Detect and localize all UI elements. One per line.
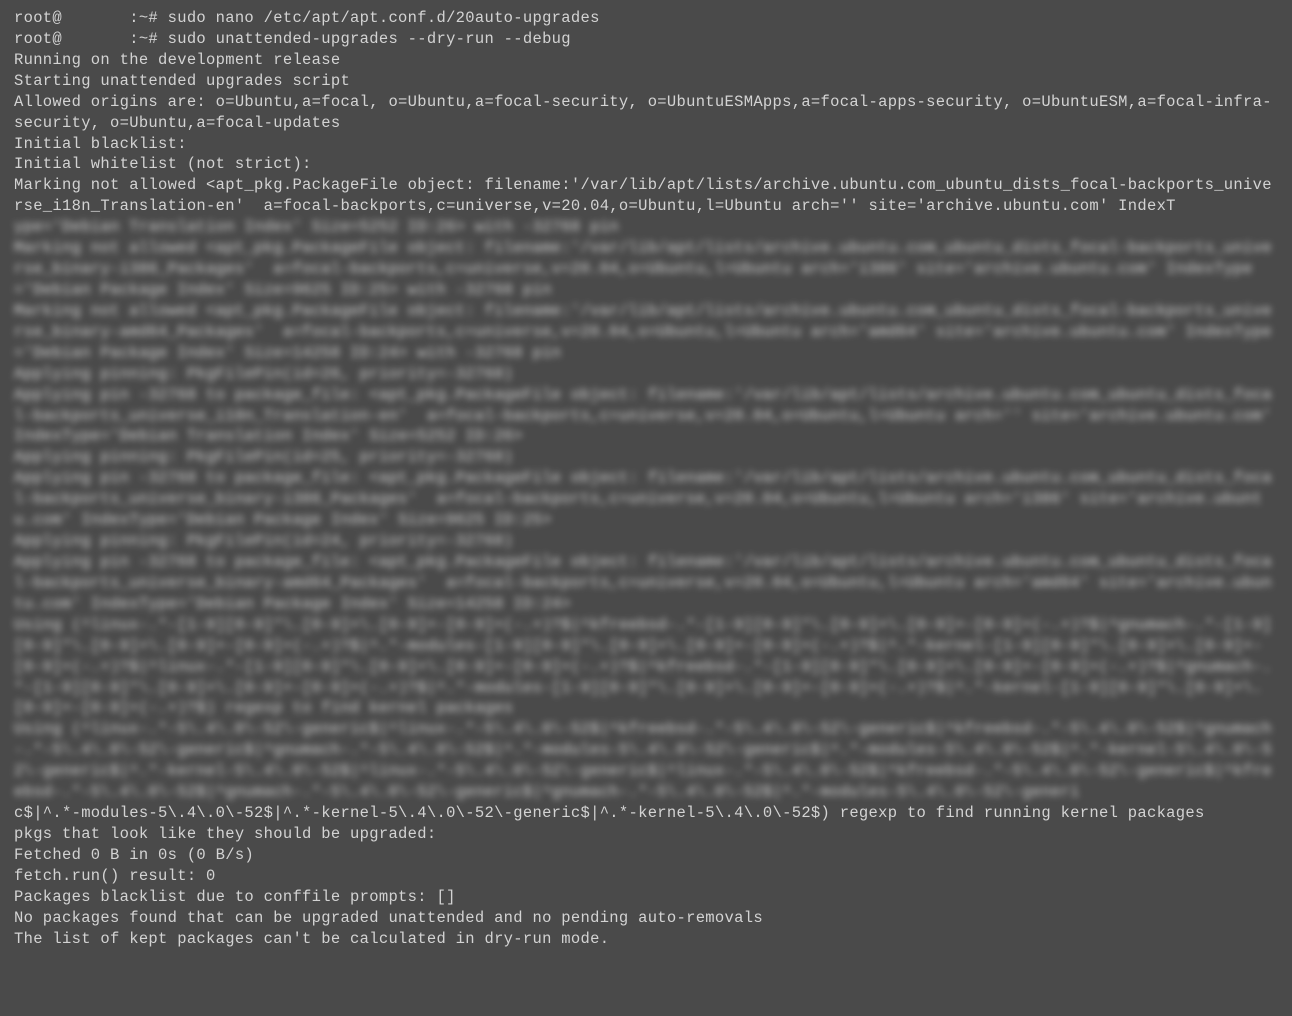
output-line: The list of kept packages can't be calcu… — [14, 929, 1278, 950]
blurred-output-section: ype='Debian Translation Index' Size=5252… — [14, 217, 1278, 803]
output-line: Initial whitelist (not strict): — [14, 154, 1278, 175]
shell-prompt-line[interactable]: root@ :~# sudo nano /etc/apt/apt.conf.d/… — [14, 8, 1278, 29]
output-line: No packages found that can be upgraded u… — [14, 908, 1278, 929]
output-line: Fetched 0 B in 0s (0 B/s) — [14, 845, 1278, 866]
output-line: Initial blacklist: — [14, 134, 1278, 155]
output-line: Packages blacklist due to conffile promp… — [14, 887, 1278, 908]
output-line: Starting unattended upgrades script — [14, 71, 1278, 92]
output-line: pkgs that look like they should be upgra… — [14, 824, 1278, 845]
output-line: c$|^.*-modules-5\.4\.0\-52$|^.*-kernel-5… — [14, 803, 1278, 824]
output-line: Allowed origins are: o=Ubuntu,a=focal, o… — [14, 92, 1278, 134]
output-line: Running on the development release — [14, 50, 1278, 71]
shell-prompt-line[interactable]: root@ :~# sudo unattended-upgrades --dry… — [14, 29, 1278, 50]
output-line: Marking not allowed <apt_pkg.PackageFile… — [14, 175, 1278, 217]
output-line: fetch.run() result: 0 — [14, 866, 1278, 887]
